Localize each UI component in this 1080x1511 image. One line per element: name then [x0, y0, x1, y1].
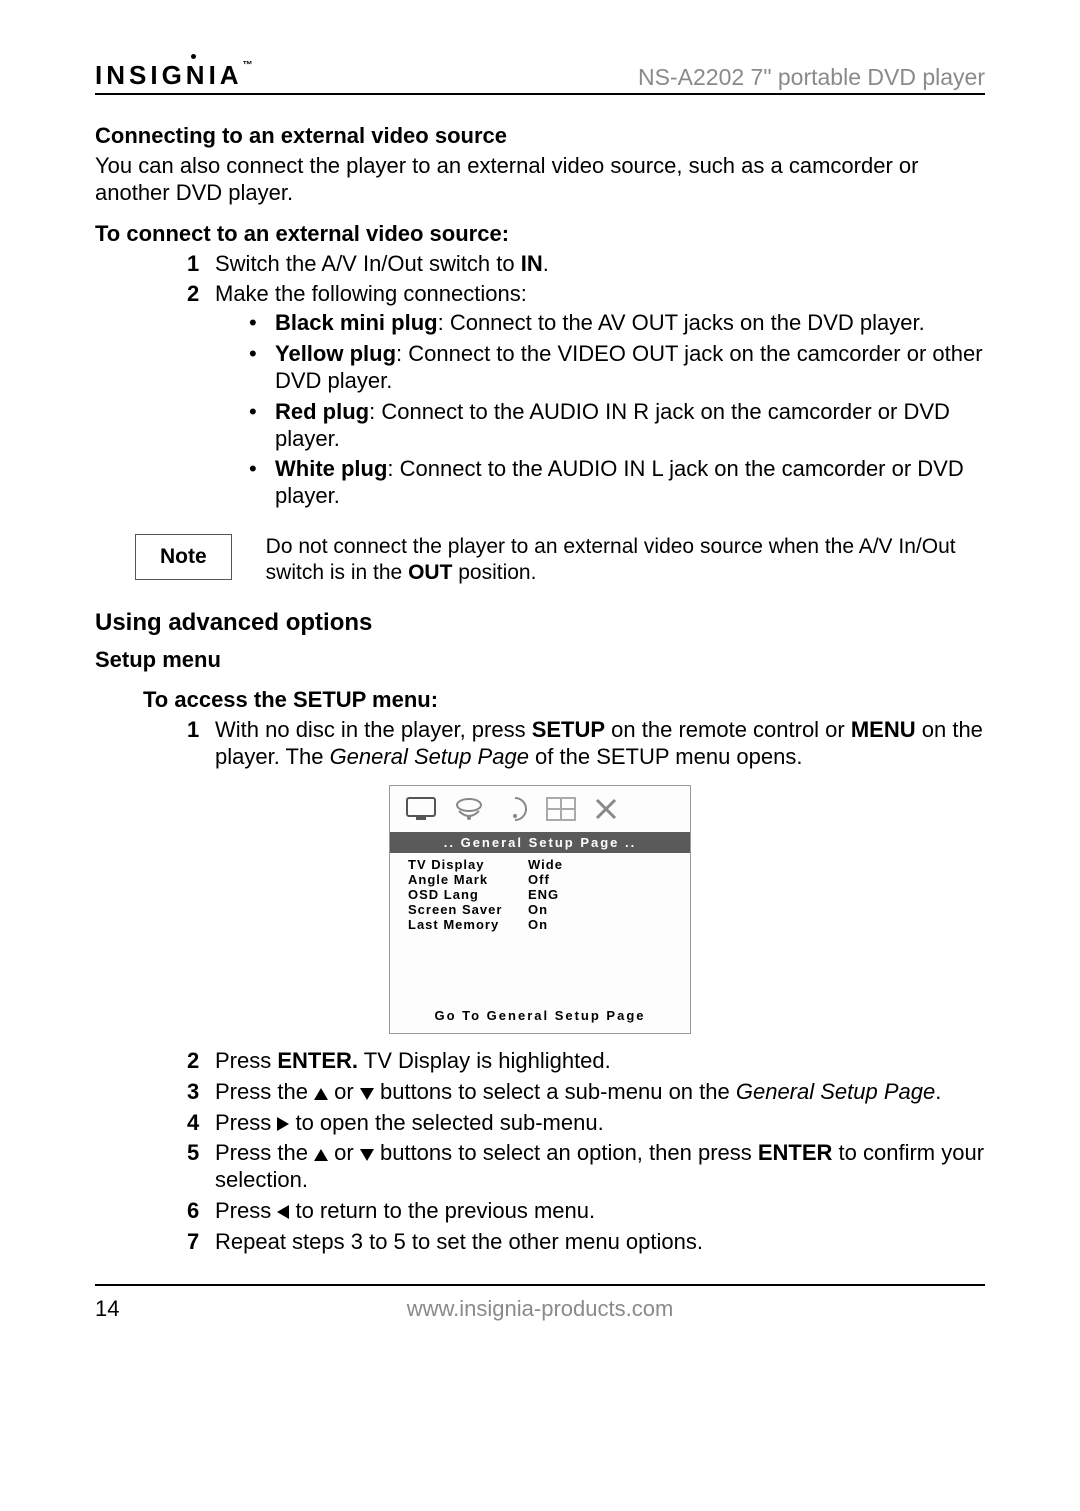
setup-footer: Go To General Setup Page: [390, 1002, 690, 1033]
step-access-4: 4 Press to open the selected sub-menu.: [187, 1110, 985, 1137]
note-text: Do not connect the player to an external…: [266, 534, 985, 585]
page-footer: 14 www.insignia-products.com: [95, 1284, 985, 1322]
down-arrow-icon: [360, 1088, 374, 1100]
setup-row-osd-lang: OSD LangENG: [408, 887, 672, 902]
step-access-7: 7 Repeat steps 3 to 5 to set the other m…: [187, 1229, 985, 1256]
step-2: 2 Make the following connections: Black …: [187, 281, 985, 510]
footer-url: www.insignia-products.com: [407, 1296, 674, 1322]
setup-row-screen-saver: Screen SaverOn: [408, 902, 672, 917]
section-connecting-heading: Connecting to an external video source: [95, 123, 985, 149]
monitor-icon: [406, 797, 436, 821]
up-arrow-icon: [314, 1149, 328, 1161]
setup-icon-row: [390, 786, 690, 832]
right-arrow-icon: [277, 1117, 289, 1131]
step-access-2: 2 Press ENTER. TV Display is highlighted…: [187, 1048, 985, 1075]
bullet-black-plug: Black mini plug: Connect to the AV OUT j…: [249, 310, 985, 337]
brand-logo: INSIGNIA™: [95, 60, 253, 91]
step-access-5: 5 Press the or buttons to select an opti…: [187, 1140, 985, 1194]
section-connecting-para: You can also connect the player to an ex…: [95, 153, 985, 207]
page-number: 14: [95, 1296, 119, 1322]
dolby-icon: [502, 796, 528, 822]
brand-text: INSIGNIA: [95, 60, 243, 90]
setup-row-last-memory: Last MemoryOn: [408, 917, 672, 932]
model-label: NS-A2202 7" portable DVD player: [638, 64, 985, 91]
setup-row-tv-display: TV DisplayWide: [408, 857, 672, 872]
trademark: ™: [243, 60, 253, 71]
steps-connect-heading: To connect to an external video source:: [95, 221, 985, 247]
step-access-6: 6 Press to return to the previous menu.: [187, 1198, 985, 1225]
step-1: 1 Switch the A/V In/Out switch to IN.: [187, 251, 985, 278]
note-label: Note: [135, 534, 232, 580]
subsection-setup-heading: Setup menu: [95, 647, 985, 673]
bullet-yellow-plug: Yellow plug: Connect to the VIDEO OUT ja…: [249, 341, 985, 395]
setup-title-bar: .. General Setup Page ..: [390, 832, 690, 853]
step-access-3: 3 Press the or buttons to select a sub-m…: [187, 1079, 985, 1106]
setup-rows: TV DisplayWide Angle MarkOff OSD LangENG…: [390, 853, 690, 1002]
steps-access-heading: To access the SETUP menu:: [143, 687, 985, 713]
setup-menu-screenshot: .. General Setup Page .. TV DisplayWide …: [389, 785, 691, 1034]
down-arrow-icon: [360, 1149, 374, 1161]
up-arrow-icon: [314, 1088, 328, 1100]
grid-icon: [546, 797, 576, 821]
setup-row-angle-mark: Angle MarkOff: [408, 872, 672, 887]
close-icon: [594, 797, 618, 821]
bullet-red-plug: Red plug: Connect to the AUDIO IN R jack…: [249, 399, 985, 453]
page-header: INSIGNIA™ NS-A2202 7" portable DVD playe…: [95, 60, 985, 95]
bullet-white-plug: White plug: Connect to the AUDIO IN L ja…: [249, 456, 985, 510]
section-advanced-heading: Using advanced options: [95, 609, 985, 637]
step-access-1: 1 With no disc in the player, press SETU…: [187, 717, 985, 771]
left-arrow-icon: [277, 1205, 289, 1219]
speaker-icon: [454, 797, 484, 821]
